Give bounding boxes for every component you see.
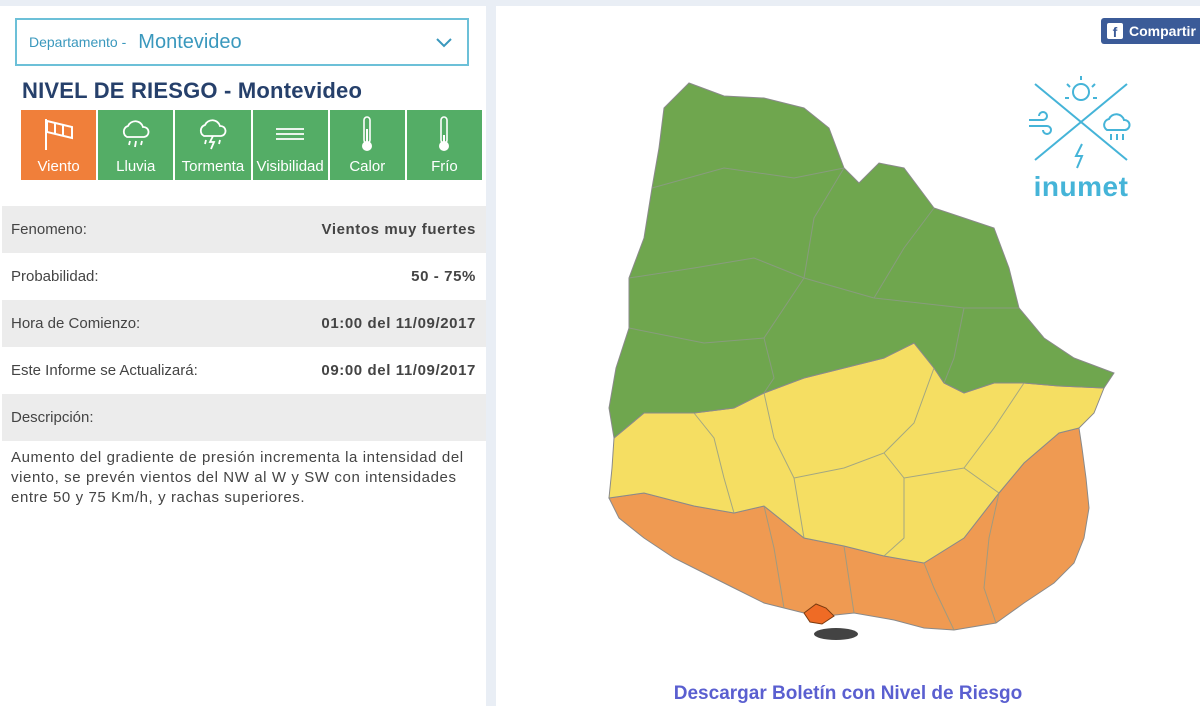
tab-frio[interactable]: Frío <box>406 110 483 180</box>
department-select[interactable]: Departamento - Montevideo <box>15 18 469 66</box>
thermometer-icon <box>362 116 373 151</box>
right-panel: f Compartir inumet Descargar Boletín con… <box>496 6 1200 706</box>
detail-label: Fenomeno: <box>11 221 87 238</box>
facebook-share-button[interactable]: f Compartir <box>1101 18 1200 44</box>
tab-calor[interactable]: Calor <box>329 110 407 180</box>
tab-visibilidad[interactable]: Visibilidad <box>252 110 330 180</box>
tab-label: Calor <box>349 158 386 175</box>
storm-cloud-icon <box>199 119 227 150</box>
tab-label: Visibilidad <box>256 158 324 175</box>
detail-row-hora-comienzo: Hora de Comienzo: 01:00 del 11/09/2017 <box>2 300 486 347</box>
risk-tabs: Viento Lluvia Tormenta Visibilidad Calor… <box>21 110 483 180</box>
detail-row-descripcion: Descripción: <box>2 394 486 441</box>
windsock-icon <box>44 119 73 150</box>
detail-row-actualizacion: Este Informe se Actualizará: 09:00 del 1… <box>2 347 486 394</box>
detail-label: Hora de Comienzo: <box>11 315 141 332</box>
chevron-down-icon <box>436 38 452 48</box>
detail-label: Descripción: <box>11 409 94 426</box>
tab-label: Frío <box>431 158 458 175</box>
detail-value: 50 - 75% <box>411 268 476 285</box>
download-bulletin-link[interactable]: Descargar Boletín con Nivel de Riesgo <box>496 683 1200 705</box>
page: Departamento - Montevideo NIVEL DE RIESG… <box>0 0 1200 706</box>
description-text: Aumento del gradiente de presión increme… <box>11 449 464 506</box>
detail-value: 01:00 del 11/09/2017 <box>321 315 476 332</box>
detail-label: Probabilidad: <box>11 268 99 285</box>
page-title: NIVEL DE RIESGO - Montevideo <box>22 78 363 103</box>
detail-row-probabilidad: Probabilidad: 50 - 75% <box>2 253 486 300</box>
tab-viento[interactable]: Viento <box>21 110 99 180</box>
facebook-icon: f <box>1107 23 1123 40</box>
thermometer-icon <box>439 116 450 151</box>
detail-row-fenomeno: Fenomeno: Vientos muy fuertes <box>2 206 486 253</box>
department-select-prefix: Departamento - <box>29 34 127 50</box>
map-river-shadow <box>814 628 858 640</box>
tab-label: Tormenta <box>181 158 245 175</box>
rain-cloud-icon <box>122 120 150 148</box>
share-label: Compartir <box>1129 23 1196 39</box>
detail-label: Este Informe se Actualizará: <box>11 362 198 379</box>
detail-value: 09:00 del 11/09/2017 <box>321 362 476 379</box>
tab-label: Viento <box>37 158 80 175</box>
tab-tormenta[interactable]: Tormenta <box>175 110 253 180</box>
tab-lluvia[interactable]: Lluvia <box>98 110 176 180</box>
department-select-value: Montevideo <box>138 30 242 53</box>
details-table: Fenomeno: Vientos muy fuertes Probabilid… <box>2 206 486 441</box>
tab-label: Lluvia <box>116 158 156 175</box>
fog-lines-icon <box>276 128 305 140</box>
uruguay-risk-map <box>608 82 1115 640</box>
detail-value: Vientos muy fuertes <box>321 221 476 238</box>
left-panel: Departamento - Montevideo NIVEL DE RIESG… <box>0 6 486 706</box>
